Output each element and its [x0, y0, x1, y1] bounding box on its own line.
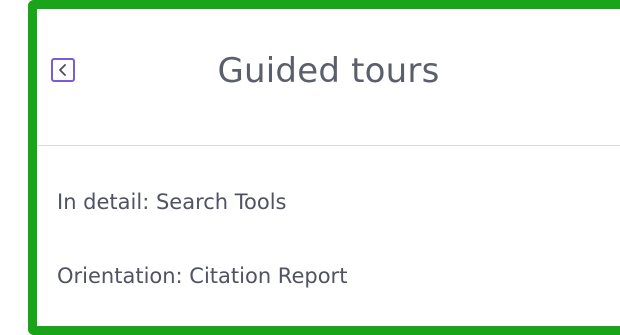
panel-header: Guided tours: [37, 9, 620, 146]
page-title: Guided tours: [217, 51, 440, 91]
tour-list: In detail: Search Tools Orientation: Cit…: [37, 146, 620, 288]
tour-item-citation-report[interactable]: Orientation: Citation Report: [37, 264, 620, 288]
guided-tours-panel: Guided tours In detail: Search Tools Ori…: [28, 0, 620, 335]
tour-item-search-tools[interactable]: In detail: Search Tools: [37, 190, 620, 214]
